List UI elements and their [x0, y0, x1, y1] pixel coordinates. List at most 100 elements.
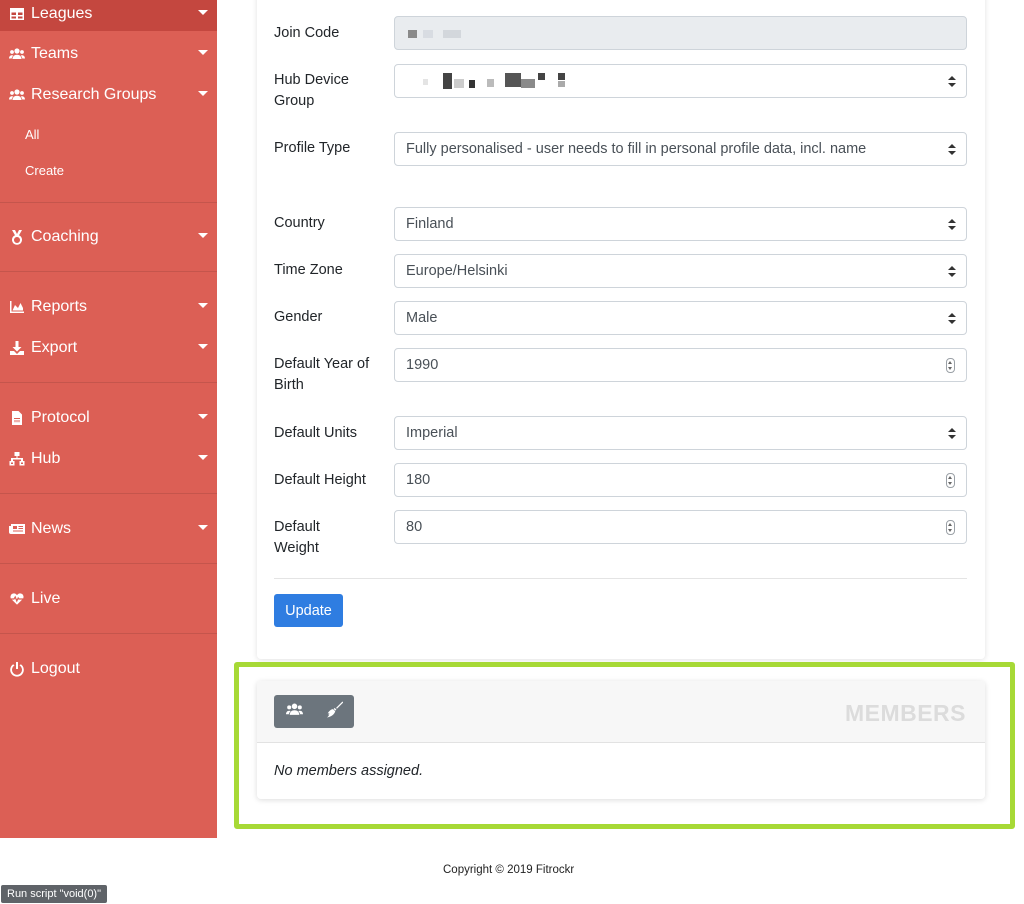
members-card: MEMBERS No members assigned.	[257, 681, 985, 799]
units-select[interactable]: Imperial	[394, 416, 967, 450]
redacted-text	[454, 79, 464, 88]
sidebar-item-teams[interactable]: Teams	[0, 37, 217, 71]
redacted-text	[558, 73, 565, 80]
profile-type-value: Fully personalised - user needs to fill …	[406, 141, 867, 157]
weight-label: Default Weight	[274, 519, 320, 556]
sidebar-item-news[interactable]: News	[0, 512, 217, 546]
sidebar-item-protocol[interactable]: Protocol	[0, 401, 217, 435]
users-icon	[8, 46, 26, 62]
weight-input[interactable]: 80	[394, 510, 967, 544]
members-empty-text: No members assigned.	[274, 763, 424, 779]
clear-members-button[interactable]	[314, 695, 354, 728]
redacted-text	[469, 80, 475, 88]
assign-members-button[interactable]	[274, 695, 314, 728]
sidebar-item-hub[interactable]: Hub	[0, 442, 217, 476]
join-code-label: Join Code	[274, 25, 340, 41]
update-button[interactable]: Update	[274, 594, 343, 627]
number-spinner-icon[interactable]	[946, 358, 955, 373]
form-divider	[274, 578, 967, 579]
sitemap-icon	[8, 451, 26, 467]
redacted-text	[521, 79, 535, 88]
birth-year-value: 1990	[406, 357, 439, 373]
height-label: Default Height	[274, 472, 366, 488]
gender-label: Gender	[274, 309, 323, 325]
redacted-text	[408, 30, 417, 38]
sidebar-item-logout[interactable]: Logout	[0, 652, 217, 686]
sidebar-subitem-all[interactable]: All	[25, 127, 39, 142]
country-value: Finland	[406, 216, 454, 232]
power-icon	[8, 661, 26, 677]
hub-device-group-select[interactable]	[394, 64, 967, 98]
sidebar-item-label: Live	[31, 590, 61, 607]
redacted-text	[538, 73, 545, 80]
members-card-header: MEMBERS	[257, 681, 985, 743]
sidebar: Leagues Teams Research Groups All Create…	[0, 0, 217, 838]
timezone-label: Time Zone	[274, 262, 343, 278]
sidebar-item-label: Export	[31, 339, 78, 356]
gender-select[interactable]: Male	[394, 301, 967, 335]
sidebar-item-label: Logout	[31, 660, 80, 677]
sidebar-divider	[0, 563, 217, 564]
redacted-text	[443, 30, 461, 38]
redacted-text	[487, 79, 494, 87]
select-arrows-icon	[948, 144, 956, 155]
redacted-text	[558, 81, 565, 87]
timezone-value: Europe/Helsinki	[406, 263, 508, 279]
members-button-group	[274, 695, 354, 728]
sidebar-item-reports[interactable]: Reports	[0, 290, 217, 324]
number-spinner-icon[interactable]	[946, 520, 955, 535]
birth-year-input[interactable]: 1990	[394, 348, 967, 382]
gender-value: Male	[406, 310, 438, 326]
sidebar-item-label: Teams	[31, 45, 79, 62]
chevron-down-icon	[198, 233, 208, 238]
profile-type-select[interactable]: Fully personalised - user needs to fill …	[394, 132, 967, 166]
users-icon	[8, 87, 26, 103]
chevron-down-icon	[198, 455, 208, 460]
broom-icon	[326, 701, 343, 723]
medal-icon	[8, 229, 26, 245]
chevron-down-icon	[198, 414, 208, 419]
users-icon	[285, 701, 303, 723]
sidebar-item-live[interactable]: Live	[0, 582, 217, 616]
redacted-text	[443, 73, 452, 89]
birth-year-label: Default Year of Birth	[274, 356, 370, 393]
height-input[interactable]: 180	[394, 463, 967, 497]
select-arrows-icon	[948, 219, 956, 230]
sidebar-item-coaching[interactable]: Coaching	[0, 220, 217, 254]
sidebar-item-label: Coaching	[31, 228, 99, 245]
country-select[interactable]: Finland	[394, 207, 967, 241]
select-arrows-icon	[948, 266, 956, 277]
sidebar-item-export[interactable]: Export	[0, 331, 217, 365]
join-code-field[interactable]	[394, 16, 967, 50]
members-title: MEMBERS	[844, 700, 966, 726]
sidebar-item-label: Research Groups	[31, 86, 157, 103]
sidebar-divider	[0, 493, 217, 494]
chevron-down-icon	[198, 50, 208, 55]
sidebar-item-label: Protocol	[31, 409, 90, 426]
select-arrows-icon	[948, 313, 956, 324]
weight-value: 80	[406, 519, 423, 535]
sidebar-divider	[0, 382, 217, 383]
sidebar-item-research-groups[interactable]: Research Groups	[0, 78, 217, 112]
sidebar-item-label: Reports	[31, 298, 88, 315]
number-spinner-icon[interactable]	[946, 473, 955, 488]
sidebar-divider	[0, 633, 217, 634]
chart-area-icon	[8, 299, 26, 315]
table-icon	[8, 6, 26, 22]
heartbeat-icon	[8, 591, 26, 607]
sidebar-divider	[0, 271, 217, 272]
sidebar-subitem-create[interactable]: Create	[25, 163, 64, 178]
copyright-text: Copyright © 2019 Fitrockr	[443, 864, 575, 876]
select-arrows-icon	[948, 76, 956, 87]
timezone-select[interactable]: Europe/Helsinki	[394, 254, 967, 288]
file-icon	[8, 410, 26, 426]
redacted-text	[505, 73, 521, 87]
chevron-down-icon	[198, 344, 208, 349]
units-value: Imperial	[406, 425, 458, 441]
chevron-down-icon	[198, 303, 208, 308]
chevron-down-icon	[198, 10, 208, 15]
chevron-down-icon	[198, 525, 208, 530]
select-arrows-icon	[948, 428, 956, 439]
height-value: 180	[406, 472, 431, 488]
sidebar-item-leagues[interactable]: Leagues	[0, 0, 217, 31]
